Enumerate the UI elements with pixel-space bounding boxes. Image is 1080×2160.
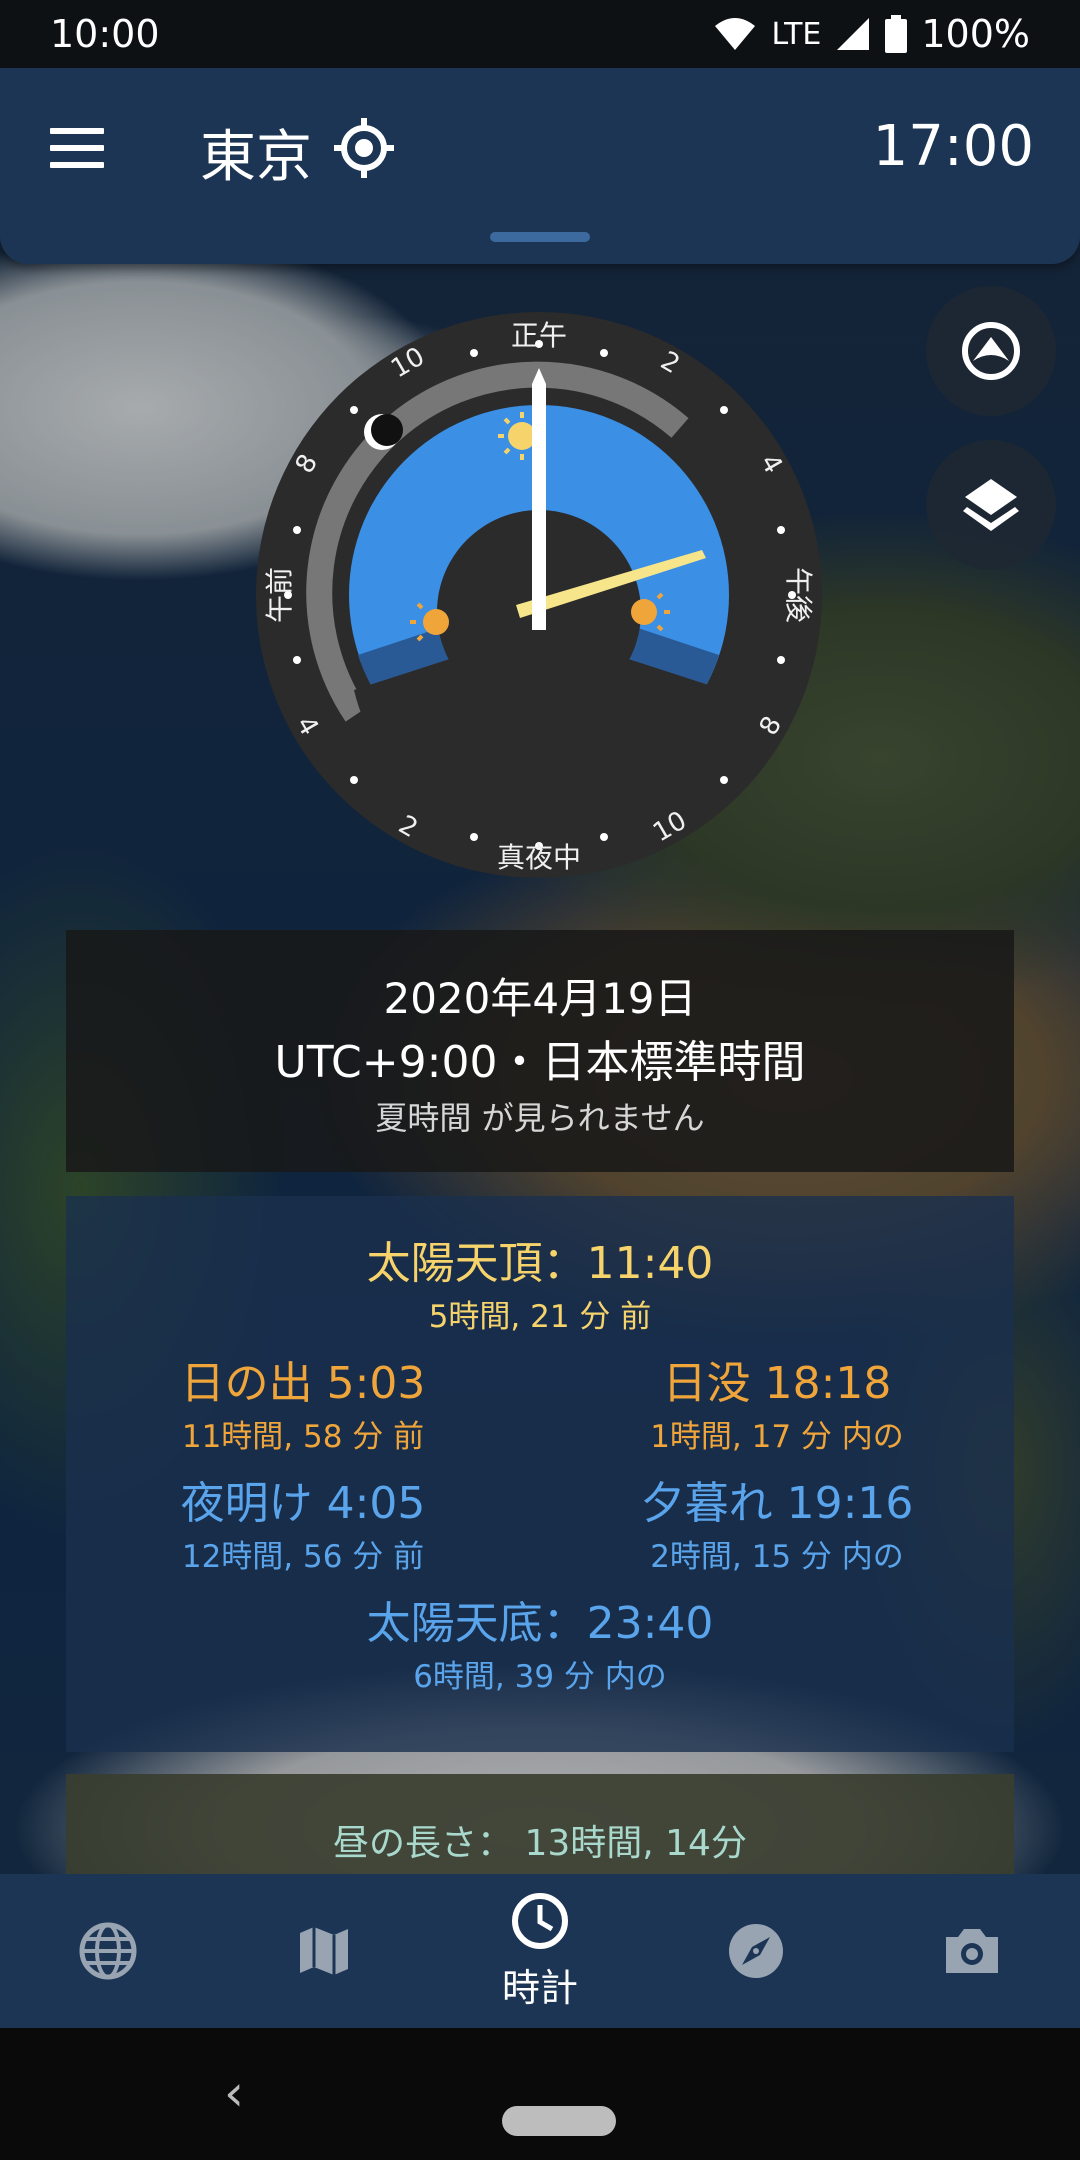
clock-face [256,312,822,878]
solar-noon-block: 太陽天頂：11:40 5時間, 21 分 前 [66,1234,1014,1340]
drag-handle[interactable] [490,232,590,242]
nav-globe[interactable] [0,1874,216,2028]
day-length-card: 昼の長さ： 13時間, 14分 [66,1774,1014,1884]
layers-button[interactable] [926,440,1056,570]
current-time: 17:00 [872,114,1034,179]
dusk-relative: 2時間, 15 分 内の [650,1539,904,1575]
status-time: 10:00 [50,12,160,56]
date-card: 2020年4月19日 UTC+9:00・日本標準時間 夏時間 が見られません [66,930,1014,1172]
signal-icon [837,18,870,50]
solar-midnight-block: 太陽天底：23:40 6時間, 39 分 内の [66,1594,1014,1700]
sunset-block: 日没 18:18 1時間, 17 分 内の [540,1354,1014,1460]
recenter-button[interactable] [926,286,1056,416]
sunrise-label: 日の出 5:03 [180,1358,426,1409]
dawn-block: 夜明け 4:05 12時間, 56 分 前 [66,1474,540,1580]
clock-label-noon: 正午 [510,319,568,352]
solar-noon-label: 太陽天頂：11:40 [366,1238,714,1289]
sunrise-sunset-row: 日の出 5:03 11時間, 58 分 前 日没 18:18 1時間, 17 分… [66,1354,1014,1460]
app-bar: 東京 17:00 [0,68,1080,264]
my-location-icon[interactable] [332,116,396,180]
dusk-label: 夕暮れ 19:16 [640,1478,914,1529]
solar-midnight-label: 太陽天底：23:40 [366,1598,714,1649]
status-icons: LTE 100% [713,12,1030,56]
battery-level: 100% [921,12,1030,56]
sunrise-relative: 11時間, 58 分 前 [181,1419,425,1455]
sunset-relative: 1時間, 17 分 内の [650,1419,904,1455]
nav-compass[interactable] [648,1874,864,2028]
nav-map[interactable] [216,1874,432,2028]
city-title[interactable]: 東京 [200,112,312,193]
back-button[interactable]: ‹ [224,2064,244,2122]
battery-icon [885,15,908,53]
nav-clock[interactable]: 時計 [432,1874,648,2028]
timezone-text: UTC+9:00・日本標準時間 [274,1037,806,1088]
system-navigation-bar: ‹ [0,2028,1080,2160]
dawn-label: 夜明け 4:05 [180,1478,426,1529]
date-text: 2020年4月19日 [383,974,697,1023]
clock-icon [512,1892,568,1949]
wifi-icon [715,18,756,50]
navigation-circle-icon [962,322,1020,380]
dst-text: 夏時間 が見られません [375,1099,705,1137]
menu-icon[interactable] [50,128,104,168]
sun-hand [532,368,546,630]
map-icon [300,1927,348,1975]
camera-icon [946,1929,998,1973]
day-length-text: 昼の長さ： 13時間, 14分 [333,1823,747,1864]
compass-icon [729,1924,783,1978]
clock-label-am: 午前 [263,566,296,624]
clock-label-midnight: 真夜中 [496,841,582,874]
network-label: LTE [771,16,822,52]
clock-label-pm: 午後 [782,566,815,624]
layers-icon [963,479,1019,531]
status-bar: 10:00 LTE 100% [0,0,1080,68]
day-night-clock[interactable]: 正午 真夜中 午前 午後 10 2 4 8 8 4 2 10 [256,312,822,878]
dawn-relative: 12時間, 56 分 前 [181,1539,425,1575]
sunset-label: 日没 18:18 [662,1358,892,1409]
sunrise-block: 日の出 5:03 11時間, 58 分 前 [66,1354,540,1460]
solar-noon-relative: 5時間, 21 分 前 [428,1299,652,1335]
dawn-dusk-row: 夜明け 4:05 12時間, 56 分 前 夕暮れ 19:16 2時間, 15 … [66,1474,1014,1580]
solar-midnight-relative: 6時間, 39 分 内の [413,1659,667,1695]
dusk-block: 夕暮れ 19:16 2時間, 15 分 内の [540,1474,1014,1580]
sun-times-card: 太陽天頂：11:40 5時間, 21 分 前 日の出 5:03 11時間, 58… [66,1196,1014,1752]
bottom-navigation: 時計 [0,1874,1080,2028]
home-button[interactable] [502,2106,616,2136]
globe-icon [79,1922,137,1980]
nav-clock-label: 時計 [501,1965,578,2010]
nav-camera[interactable] [864,1874,1080,2028]
